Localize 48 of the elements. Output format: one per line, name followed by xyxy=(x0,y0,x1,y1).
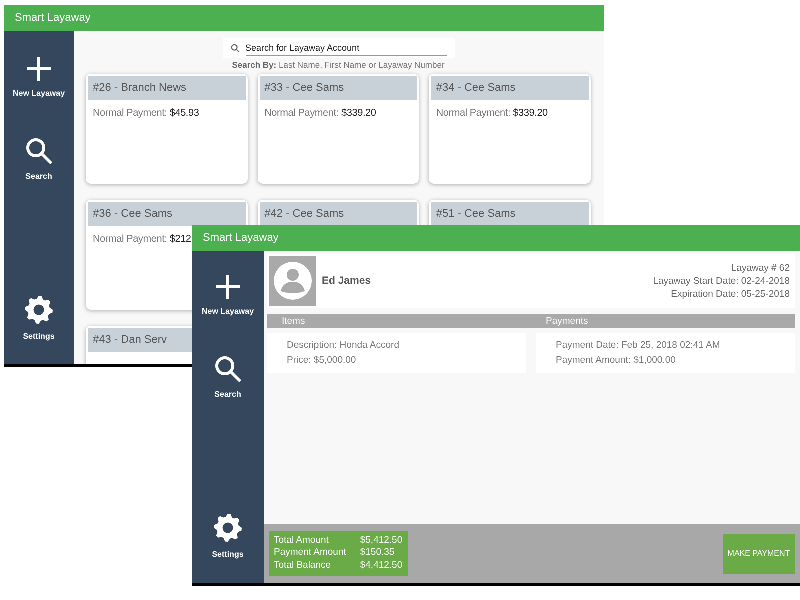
window-title: Smart Layaway xyxy=(192,225,800,251)
card-title: #33 - Cee Sams xyxy=(260,76,418,100)
window-title: Smart Layaway xyxy=(4,5,604,31)
search-icon xyxy=(26,138,52,164)
card-title: #42 - Cee Sams xyxy=(260,202,418,226)
card-title: #51 - Cee Sams xyxy=(431,202,589,226)
total-label: Payment Amount xyxy=(274,547,346,560)
search-hint: Search By: Last Name, First Name or Layaway Number xyxy=(231,60,446,70)
layaway-card[interactable]: #34 - Cee Sams Normal Payment: $339.20 xyxy=(429,74,591,184)
payment-amount: Payment Amount: $1,000.00 xyxy=(556,354,677,368)
item-description: Description: Honda Accord xyxy=(287,339,400,353)
payment-label: Normal Payment: xyxy=(264,108,339,119)
payment-amount: $339.20 xyxy=(342,108,376,119)
card-title: #36 - Cee Sams xyxy=(88,202,246,226)
settings-nav-button[interactable]: Settings xyxy=(21,294,57,343)
total-label: Total Balance xyxy=(274,560,332,572)
new-nav-button[interactable]: New Layaway xyxy=(10,55,68,100)
payment-date: Payment Date: Feb 25, 2018 02:41 AM xyxy=(556,339,722,353)
layaway-number: Layaway # 62 xyxy=(730,262,790,274)
payment-amount: $339.20 xyxy=(513,108,548,119)
total-value: $150.35 xyxy=(360,547,396,560)
card-title: #26 - Branch News xyxy=(88,76,246,100)
plus-icon xyxy=(27,57,51,81)
search-nav-button[interactable]: Search xyxy=(24,136,54,183)
layaway-card[interactable]: #26 - Branch News Normal Payment: $45.93 xyxy=(86,74,248,184)
payment-label: Normal Payment: xyxy=(93,108,168,119)
total-label: Total Amount xyxy=(274,534,330,548)
settings-icon xyxy=(25,296,53,324)
expiration-date: Expiration Date: 05-25-2018 xyxy=(670,288,790,300)
payment-amount: $45.93 xyxy=(170,108,200,119)
payment-amount: $212 xyxy=(170,234,192,245)
search-field[interactable]: Search for Layaway Account xyxy=(222,38,454,58)
plus-icon xyxy=(216,275,240,299)
payment-label: Normal Payment: xyxy=(436,108,511,119)
customer-name: Ed James xyxy=(322,275,372,287)
column-title: Items xyxy=(281,316,306,326)
total-value: $4,412.50 xyxy=(360,560,403,572)
item-price: Price: $5,000.00 xyxy=(287,354,358,368)
layaway-card[interactable]: #33 - Cee Sams Normal Payment: $339.20 xyxy=(258,74,420,184)
start-date: Layaway Start Date: 02-24-2018 xyxy=(653,274,790,288)
column-title: Payments xyxy=(545,316,590,326)
settings-icon xyxy=(214,514,242,542)
total-value: $5,412.50 xyxy=(360,534,403,548)
settings-nav-button[interactable]: Settings xyxy=(210,512,246,561)
payment-label: Normal Payment: xyxy=(93,234,168,245)
search-icon xyxy=(215,356,241,382)
search-icon xyxy=(230,44,240,52)
card-title: #34 - Cee Sams xyxy=(431,76,589,100)
